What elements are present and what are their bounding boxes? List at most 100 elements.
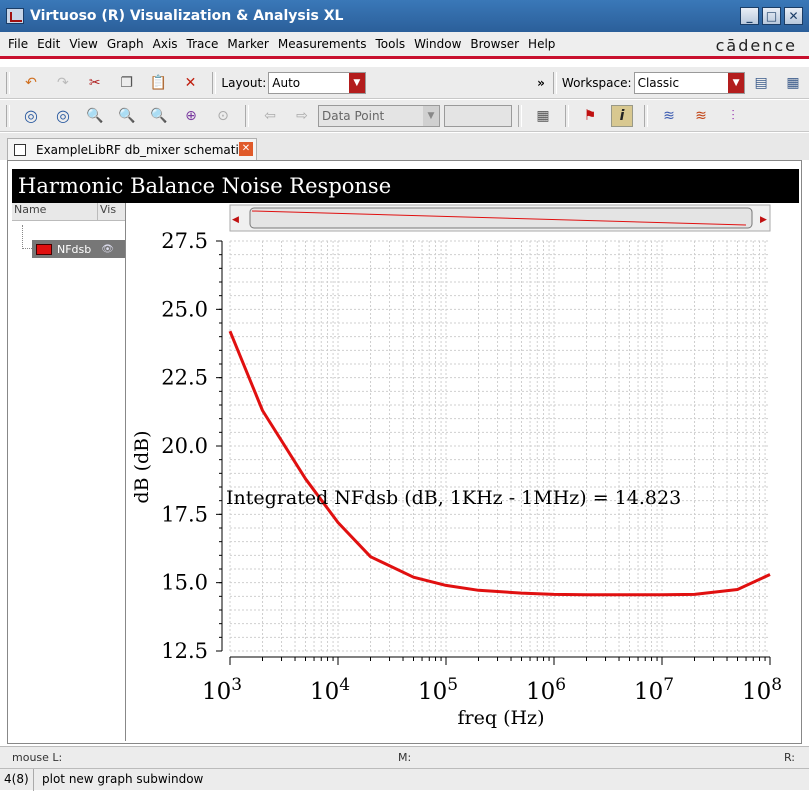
layout-label: Layout:	[221, 75, 267, 90]
x-tick-label: 107	[634, 675, 674, 705]
chevron-down-icon[interactable]: ▼	[728, 72, 745, 93]
trace-color-swatch	[36, 243, 52, 255]
workspace-value: Classic	[637, 75, 680, 90]
menu-trace[interactable]: Trace	[187, 37, 219, 51]
scroll-right-icon[interactable]: ▶	[760, 215, 767, 225]
menu-tools[interactable]: Tools	[376, 37, 406, 51]
trace-item-nfdsb[interactable]: NFdsb 👁	[32, 240, 125, 258]
calculator-icon[interactable]: ▦	[532, 105, 554, 127]
window-title: Virtuoso (R) Visualization & Analysis XL	[30, 8, 344, 24]
menu-marker[interactable]: Marker	[227, 37, 268, 51]
next-marker-icon[interactable]: ⇨	[291, 105, 313, 127]
paste-icon[interactable]: 📋	[148, 72, 170, 94]
title-bar: Virtuoso (R) Visualization & Analysis XL…	[0, 0, 809, 32]
toolbar-grip[interactable]	[245, 104, 249, 127]
marker-value-field[interactable]	[444, 104, 512, 127]
copy-icon[interactable]: ❐	[116, 72, 138, 94]
marker-flag-icon[interactable]: ⚑	[579, 105, 601, 127]
maximize-button[interactable]: □	[762, 7, 781, 25]
y-axis-label: dB (dB)	[131, 430, 153, 503]
y-tick-label: 27.5	[161, 229, 208, 253]
zoom-in-icon[interactable]: 🔍	[116, 105, 138, 127]
command-status-bar: 4(8) plot new graph subwindow	[0, 768, 809, 791]
toolbar-graph: ◎ ◎ 🔍 🔍 🔍 ⊕ ⊙ ⇦ ⇨ Data Point ▼ ▦ ⚑ i ≋ ≋…	[0, 100, 809, 132]
back-icon[interactable]: ◎	[20, 105, 42, 127]
menu-graph[interactable]: Graph	[107, 37, 144, 51]
undo-icon[interactable]: ↶	[20, 72, 42, 94]
zoom-area-icon[interactable]: ⊙	[212, 105, 234, 127]
trace-color-icon[interactable]: ≋	[690, 105, 712, 127]
tab-schematic[interactable]: ExampleLibRF db_mixer schematic ✕	[7, 138, 257, 160]
trace-style-icon[interactable]: ≋	[658, 105, 680, 127]
x-zoom-strip[interactable]: ◀ ▶	[229, 204, 771, 232]
status-divider	[33, 769, 34, 791]
toolbar-grip[interactable]	[6, 71, 10, 94]
menu-window[interactable]: Window	[414, 37, 461, 51]
menu-edit[interactable]: Edit	[37, 37, 60, 51]
menu-measurements[interactable]: Measurements	[278, 37, 367, 51]
toolbar-main: ↶ ↷ ✂ ❐ 📋 ✕ Layout: Auto ▼ » Workspace: …	[0, 67, 809, 99]
chevron-down-icon[interactable]: ▼	[423, 105, 439, 126]
toolbar-grip[interactable]	[212, 71, 217, 94]
mouse-middle-status: M:	[398, 751, 412, 764]
schematic-icon	[14, 143, 26, 156]
trace-name: NFdsb	[57, 242, 92, 256]
plot-title: Harmonic Balance Noise Response	[12, 169, 799, 203]
redo-icon[interactable]: ↷	[52, 72, 74, 94]
toolbar-grip[interactable]	[644, 104, 648, 127]
integrated-nf-annotation[interactable]: Integrated NFdsb (dB, 1KHz - 1MHz) = 14.…	[226, 487, 681, 509]
col-vis-header[interactable]: Vis	[98, 203, 116, 220]
trace-panel: Name Vis NFdsb 👁	[12, 203, 126, 741]
trace-split-icon[interactable]: ⫶	[722, 105, 744, 127]
graph-window: Harmonic Balance Noise Response Name Vis…	[7, 160, 802, 744]
close-tab-icon[interactable]: ✕	[239, 142, 253, 156]
close-button[interactable]: ✕	[784, 7, 803, 25]
marker-mode-select[interactable]: Data Point ▼	[318, 104, 440, 127]
x-tick-label: 103	[202, 675, 242, 705]
toolbar-grip[interactable]	[518, 104, 522, 127]
load-workspace-icon[interactable]: ▦	[782, 72, 804, 94]
info-icon[interactable]: i	[611, 104, 633, 127]
zoom-out-icon[interactable]: 🔍	[148, 105, 170, 127]
visibility-eye-icon[interactable]: 👁	[101, 244, 114, 255]
y-tick-label: 12.5	[161, 639, 208, 663]
previous-marker-icon[interactable]: ⇦	[259, 105, 281, 127]
plot-area[interactable]: ◀ ▶ 12.5 15.0 17.5 20.0 22.5 25.0 27.5 103 104 10…	[126, 203, 802, 743]
layout-select[interactable]: Auto ▼	[268, 71, 366, 94]
delete-icon[interactable]: ✕	[180, 72, 202, 94]
zoom-fit-icon[interactable]: 🔍	[84, 105, 106, 127]
mouse-status-bar: mouse L: M: R:	[0, 746, 809, 768]
mouse-right-status: R:	[784, 751, 796, 764]
toolbar-grip[interactable]	[565, 104, 569, 127]
save-workspace-icon[interactable]: ▤	[750, 72, 772, 94]
toolbar-grip[interactable]	[552, 71, 557, 94]
x-axis-label: freq (Hz)	[458, 707, 545, 729]
trace-panel-header: Name Vis	[12, 203, 125, 221]
toolbar-grip[interactable]	[6, 104, 10, 127]
forward-icon[interactable]: ◎	[52, 105, 74, 127]
tree-connector	[22, 225, 32, 249]
mouse-left-status: mouse L:	[12, 751, 63, 764]
y-tick-label: 15.0	[161, 571, 208, 595]
toolbar-overflow-icon[interactable]: »	[537, 76, 545, 90]
y-tick-label: 20.0	[161, 434, 208, 458]
status-message: plot new graph subwindow	[42, 772, 204, 786]
app-icon	[6, 8, 24, 24]
cut-icon[interactable]: ✂	[84, 72, 106, 94]
marker-mode-value: Data Point	[322, 108, 385, 123]
chevron-down-icon[interactable]: ▼	[348, 72, 365, 93]
command-count: 4(8)	[4, 772, 29, 786]
menu-view[interactable]: View	[69, 37, 97, 51]
menu-help[interactable]: Help	[528, 37, 555, 51]
zoom-x-icon[interactable]: ⊕	[180, 105, 202, 127]
menu-browser[interactable]: Browser	[470, 37, 519, 51]
workspace-select[interactable]: Classic ▼	[633, 71, 746, 94]
scroll-left-icon[interactable]: ◀	[232, 215, 239, 225]
x-tick-label: 106	[526, 675, 566, 705]
workspace-label: Workspace:	[561, 75, 632, 90]
minimize-button[interactable]: _	[740, 7, 759, 25]
menu-axis[interactable]: Axis	[153, 37, 178, 51]
x-tick-label: 104	[310, 675, 350, 705]
col-name-header[interactable]: Name	[12, 203, 98, 220]
menu-file[interactable]: File	[8, 37, 28, 51]
